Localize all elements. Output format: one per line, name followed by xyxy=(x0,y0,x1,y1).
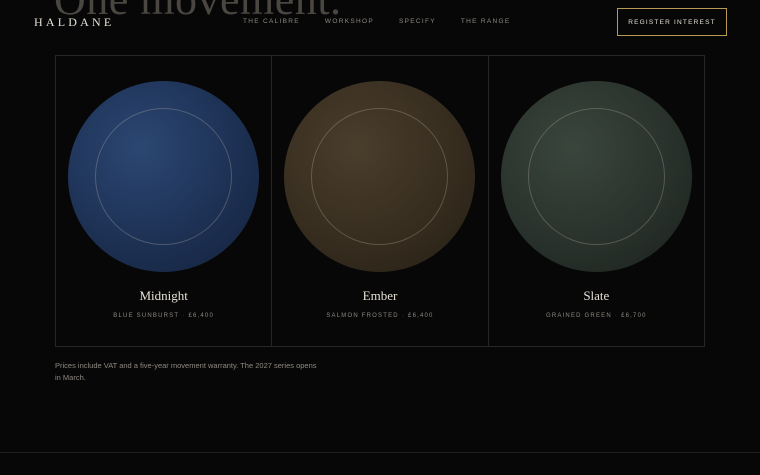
variant-price: £6,700 xyxy=(621,313,647,319)
nav-link-specify[interactable]: SPECIFY xyxy=(399,18,436,25)
variant-price: £6,400 xyxy=(408,313,434,319)
variant-name: Ember xyxy=(362,288,398,303)
variant-price: £6,400 xyxy=(188,313,215,319)
watch-dial-image xyxy=(500,81,692,272)
watch-dial-image xyxy=(68,81,259,272)
dial-ring xyxy=(527,108,665,245)
main-nav: THE CALIBRE WORKSHOP SPECIFY THE RANGE xyxy=(243,18,536,25)
variant-details: BLUE SUNBURST · £6,400 xyxy=(56,313,271,319)
variant-card-midnight[interactable]: Midnight BLUE SUNBURST · £6,400 xyxy=(56,56,273,346)
nav-link-the-calibre[interactable]: THE CALIBRE xyxy=(243,18,300,25)
separator-dot: · xyxy=(182,313,186,319)
footer-divider xyxy=(0,452,760,453)
top-navigation: HALDANE THE CALIBRE WORKSHOP SPECIFY THE… xyxy=(0,0,760,48)
dial-finish: GRAINED GREEN xyxy=(545,313,612,319)
variant-card-slate[interactable]: Slate GRAINED GREEN · £6,700 xyxy=(489,56,704,346)
dial-ring xyxy=(311,108,449,245)
brand-logo[interactable]: HALDANE xyxy=(34,15,114,30)
register-interest-button[interactable]: REGISTER INTEREST xyxy=(617,8,727,36)
nav-link-workshop[interactable]: WORKSHOP xyxy=(325,18,374,25)
variant-name: Slate xyxy=(583,288,610,303)
dial-ring xyxy=(95,108,232,245)
dial-variants-grid: Midnight BLUE SUNBURST · £6,400 Ember SALM… xyxy=(55,55,705,347)
pricing-note: Prices include VAT and a five-year movem… xyxy=(55,361,317,382)
watch-dial-image xyxy=(284,81,476,272)
dial-finish: SALMON FROSTED xyxy=(326,313,399,319)
dial-finish: BLUE SUNBURST xyxy=(113,313,180,319)
variant-name: Midnight xyxy=(139,288,188,303)
separator-dot: · xyxy=(614,313,619,319)
nav-link-the-range[interactable]: THE RANGE xyxy=(461,18,511,25)
variant-card-ember[interactable]: Ember SALMON FROSTED · £6,400 xyxy=(272,56,489,346)
variant-details: GRAINED GREEN · £6,700 xyxy=(489,313,704,319)
separator-dot: · xyxy=(401,313,406,319)
variant-details: SALMON FROSTED · £6,400 xyxy=(272,313,487,319)
